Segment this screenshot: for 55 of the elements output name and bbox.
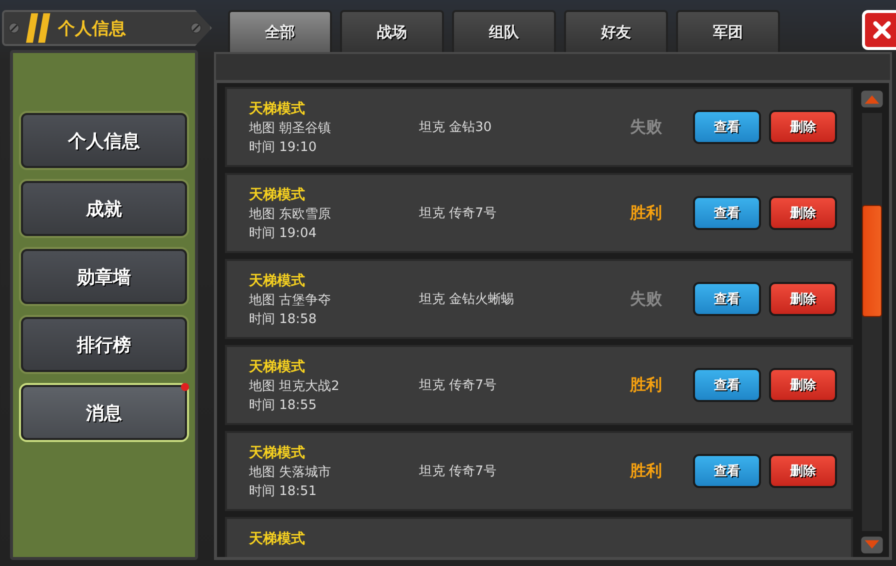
sidebar-button[interactable]: 排行榜	[21, 317, 187, 372]
scroll-thumb[interactable]	[862, 205, 882, 317]
bolt-icon	[8, 22, 20, 34]
mode-title: 天梯模式	[249, 186, 306, 205]
mode-title: 天梯模式	[249, 530, 306, 549]
tab[interactable]: 战场	[340, 10, 444, 52]
view-button[interactable]: 查看	[693, 110, 761, 144]
view-button[interactable]: 查看	[693, 282, 761, 316]
time-label: 时间 18:51	[249, 483, 318, 501]
sidebar-button[interactable]: 个人信息	[21, 113, 187, 168]
tab[interactable]: 军团	[676, 10, 780, 52]
view-button[interactable]: 查看	[693, 454, 761, 488]
time-label: 时间 19:04	[249, 225, 318, 243]
delete-button[interactable]: 删除	[769, 110, 837, 144]
tab[interactable]: 组队	[452, 10, 556, 52]
close-icon	[871, 19, 893, 41]
mode-title: 天梯模式	[249, 358, 306, 377]
delete-button[interactable]: 删除	[769, 454, 837, 488]
delete-button[interactable]: 删除	[769, 368, 837, 402]
result-label: 失败	[629, 116, 663, 138]
time-label: 时间 18:55	[249, 397, 318, 415]
time-label: 时间 18:58	[249, 311, 318, 329]
tank-label: 坦克 金钻火蜥蜴	[419, 291, 516, 308]
map-label: 地图 坦克大战2	[249, 378, 340, 396]
scroll-up-icon[interactable]	[860, 89, 884, 109]
sidebar-button[interactable]: 消息	[21, 385, 187, 440]
view-button[interactable]: 查看	[693, 368, 761, 402]
stripes-icon	[26, 13, 52, 43]
view-button[interactable]: 查看	[693, 196, 761, 230]
tab[interactable]: 全部	[228, 10, 332, 52]
map-label: 地图 失落城市	[249, 464, 332, 482]
sidebar-button[interactable]: 勋章墙	[21, 249, 187, 304]
scroll-down-icon[interactable]	[860, 535, 884, 555]
tab[interactable]: 好友	[564, 10, 668, 52]
tank-label: 坦克 传奇7号	[419, 463, 498, 480]
result-label: 胜利	[628, 202, 663, 224]
close-button[interactable]	[862, 10, 896, 50]
mode-title: 天梯模式	[249, 272, 306, 291]
bolt-icon	[190, 22, 202, 34]
mode-title: 天梯模式	[249, 100, 306, 119]
time-label: 时间 19:10	[249, 139, 318, 157]
panel-title: 个人信息	[58, 18, 127, 40]
result-label: 胜利	[628, 460, 663, 482]
mode-title: 天梯模式	[249, 444, 306, 463]
delete-button[interactable]: 删除	[769, 196, 837, 230]
delete-button[interactable]: 删除	[769, 282, 837, 316]
map-label: 地图 朝圣谷镇	[249, 120, 332, 138]
map-label: 地图 古堡争夺	[249, 292, 332, 310]
result-label: 失败	[629, 288, 663, 310]
sidebar-button[interactable]: 成就	[21, 181, 187, 236]
result-label: 胜利	[628, 374, 663, 396]
tank-label: 坦克 金钻30	[419, 119, 493, 136]
map-label: 地图 东欧雪原	[249, 206, 332, 224]
tank-label: 坦克 传奇7号	[419, 205, 498, 222]
tank-label: 坦克 传奇7号	[419, 377, 498, 394]
